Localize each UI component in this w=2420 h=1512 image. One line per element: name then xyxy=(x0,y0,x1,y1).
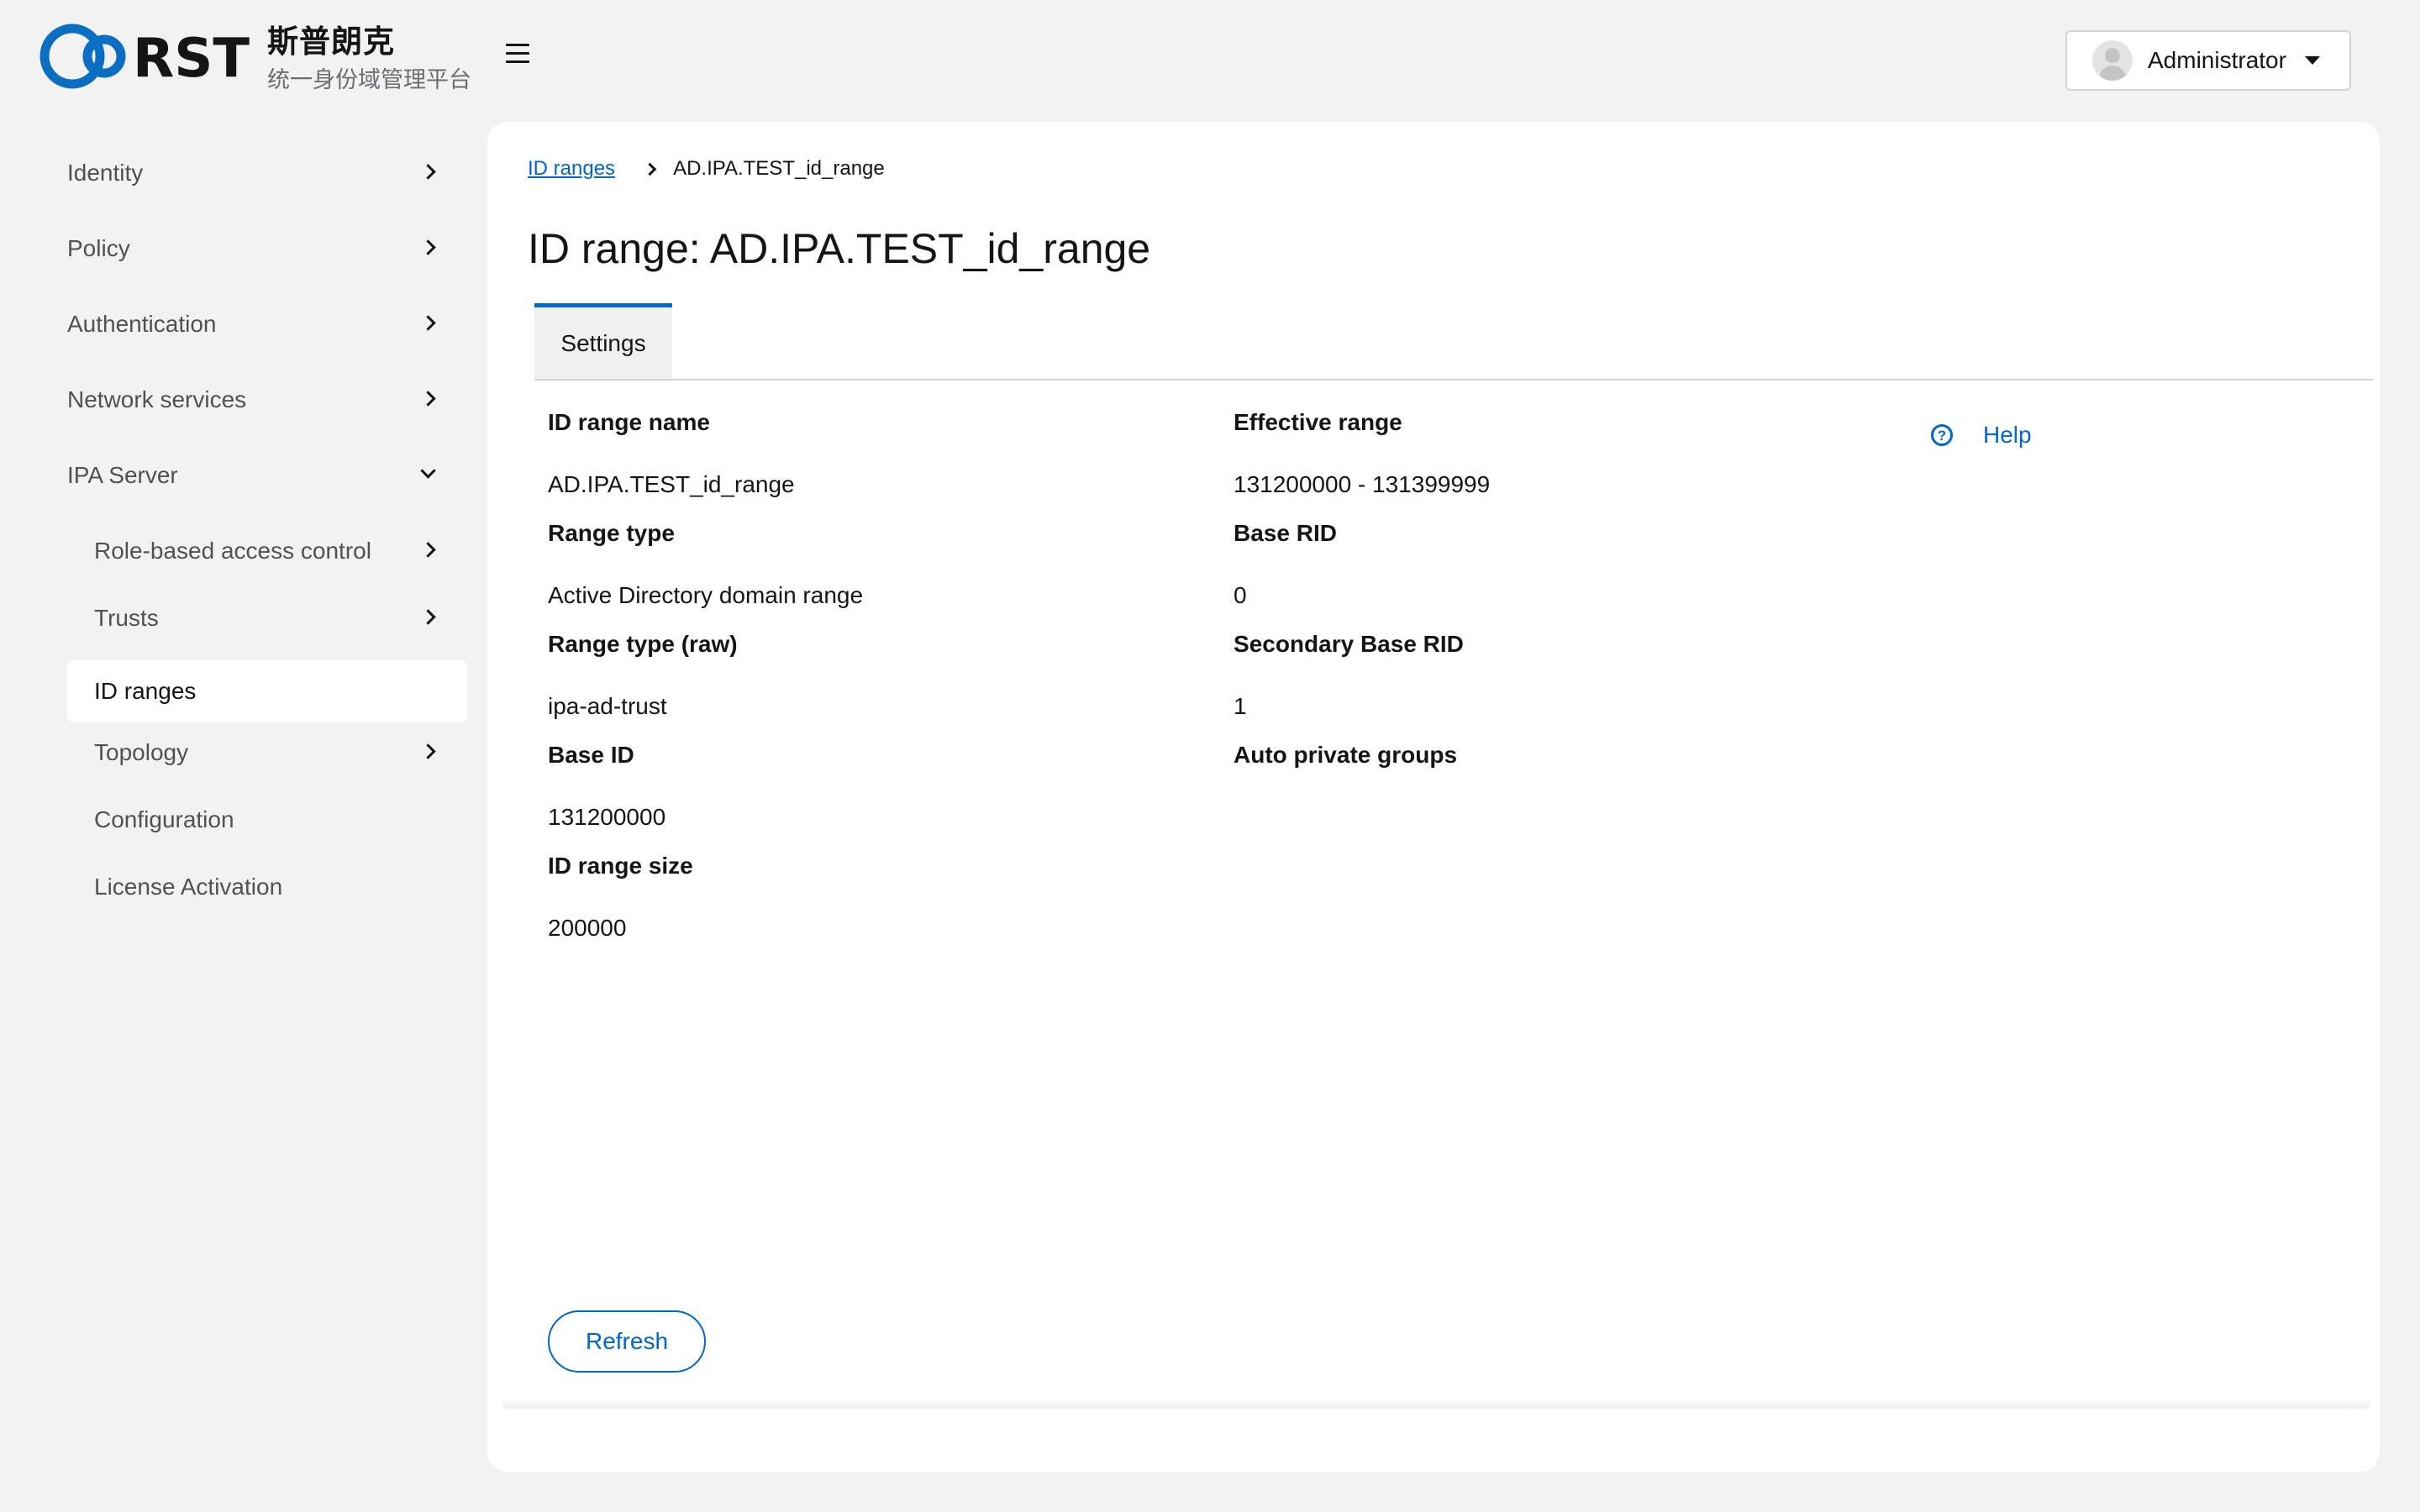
sidebar-item-label: IPA Server xyxy=(67,462,178,488)
hamburger-menu-icon[interactable] xyxy=(504,42,533,66)
field-label-secondary-base-rid: Secondary Base RID xyxy=(1234,631,1464,657)
chevron-right-icon xyxy=(643,162,657,176)
chevron-right-icon xyxy=(420,164,436,180)
sidebar-item-label: Policy xyxy=(67,235,130,261)
breadcrumb: ID ranges AD.IPA.TEST_id_range xyxy=(528,157,885,181)
field-value-id-range-size: 200000 xyxy=(548,915,627,941)
tab-settings[interactable]: Settings xyxy=(534,303,672,379)
sidebar-item-topology[interactable]: Topology xyxy=(67,722,467,783)
help-label: Help xyxy=(1983,422,2032,448)
page-title: ID range: AD.IPA.TEST_id_range xyxy=(528,225,1151,272)
chevron-right-icon xyxy=(420,391,436,407)
sidebar-item-label: Role-based access control xyxy=(94,538,371,564)
sidebar-item-configuration[interactable]: Configuration xyxy=(67,790,467,850)
sidebar-item-network-services[interactable]: Network services xyxy=(67,370,467,430)
chevron-right-icon xyxy=(420,542,436,558)
caret-down-icon xyxy=(2304,56,2320,65)
sidebar-item-role-based-access-control[interactable]: Role-based access control xyxy=(67,521,467,581)
field-label-effective-range: Effective range xyxy=(1234,409,1402,435)
sidebar-item-label: Trusts xyxy=(94,605,159,631)
field-value-secondary-base-rid: 1 xyxy=(1234,693,1247,719)
chevron-right-icon xyxy=(420,315,436,331)
sidebar-item-ipa-server[interactable]: IPA Server xyxy=(67,445,467,506)
field-value-effective-range: 131200000 - 131399999 xyxy=(1234,471,1491,497)
chevron-right-icon xyxy=(420,609,436,625)
breadcrumb-link-id-ranges[interactable]: ID ranges xyxy=(528,157,615,181)
field-label-base-rid: Base RID xyxy=(1234,520,1337,546)
sidebar-item-license-activation[interactable]: License Activation xyxy=(67,857,467,917)
brand-subtitle: 统一身份域管理平台 xyxy=(267,67,471,93)
logo-rings-icon: RST xyxy=(39,24,250,90)
sidebar-item-authentication[interactable]: Authentication xyxy=(67,294,467,354)
sidebar-item-id-ranges[interactable]: ID ranges xyxy=(67,660,467,722)
sidebar-item-label: Identity xyxy=(67,160,144,186)
breadcrumb-current: AD.IPA.TEST_id_range xyxy=(673,157,885,180)
sidebar-item-label: ID ranges xyxy=(94,678,197,704)
sidebar-item-trusts[interactable]: Trusts xyxy=(67,588,467,648)
field-label-range-type: Range type xyxy=(548,520,675,546)
field-value-range-type: Active Directory domain range xyxy=(548,582,864,608)
sidebar-item-label: Network services xyxy=(67,386,247,412)
brand-text: 斯普朗克 统一身份域管理平台 xyxy=(267,22,471,97)
chevron-right-icon xyxy=(420,743,436,759)
action-bar-divider xyxy=(502,1399,2371,1409)
sidebar-item-label: Topology xyxy=(94,739,189,765)
sidebar-item-label: Configuration xyxy=(94,806,234,832)
brand-logo: RST xyxy=(39,20,257,92)
sidebar-item-label: Authentication xyxy=(67,311,217,337)
field-label-base-id: Base ID xyxy=(548,742,634,768)
help-circle-icon: ? xyxy=(1931,424,1953,446)
field-value-base-rid: 0 xyxy=(1234,582,1247,608)
main-panel: ID ranges AD.IPA.TEST_id_range ID range:… xyxy=(487,122,2380,1472)
chevron-down-icon xyxy=(420,463,436,479)
chevron-right-icon xyxy=(420,239,436,255)
field-label-id-range-name: ID range name xyxy=(548,409,710,435)
avatar xyxy=(2092,40,2133,81)
help-link[interactable]: ? Help xyxy=(1931,422,2032,449)
field-value-range-type-raw: ipa-ad-trust xyxy=(548,693,667,719)
refresh-button[interactable]: Refresh xyxy=(548,1310,706,1373)
logo-wordmark: RST xyxy=(133,28,250,90)
sidebar-item-label: License Activation xyxy=(94,874,283,900)
brand-title: 斯普朗克 xyxy=(267,24,395,60)
user-name: Administrator xyxy=(2148,47,2286,73)
field-label-range-type-raw: Range type (raw) xyxy=(548,631,738,657)
field-label-id-range-size: ID range size xyxy=(548,853,693,879)
field-value-id-range-name: AD.IPA.TEST_id_range xyxy=(548,471,795,497)
sidebar-item-policy[interactable]: Policy xyxy=(67,218,467,279)
sidebar-item-identity[interactable]: Identity xyxy=(67,143,467,203)
field-label-auto-private-groups: Auto private groups xyxy=(1234,742,1458,768)
tab-bar: Settings xyxy=(534,303,2373,381)
user-menu-dropdown[interactable]: Administrator xyxy=(2065,30,2351,91)
field-value-base-id: 131200000 xyxy=(548,804,666,830)
